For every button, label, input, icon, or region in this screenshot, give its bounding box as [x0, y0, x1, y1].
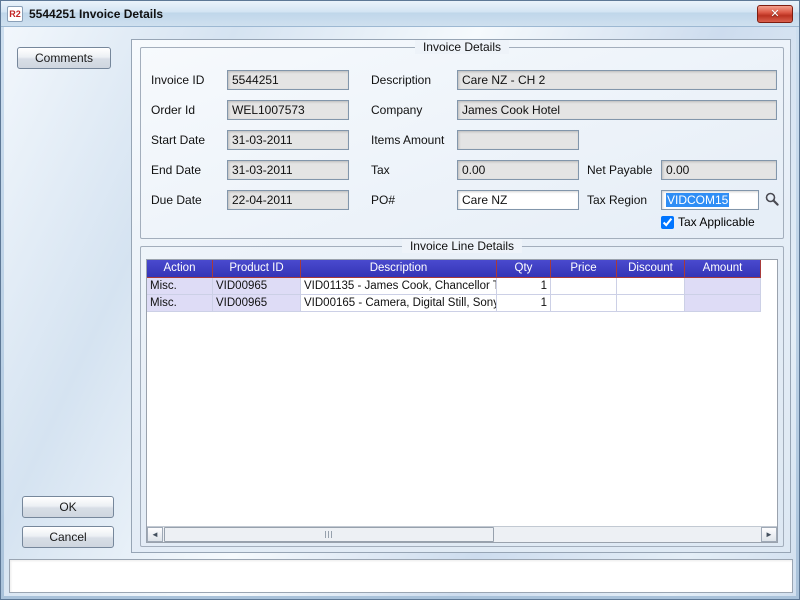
start-date-field[interactable]: [227, 130, 349, 150]
cell-discount: [617, 278, 685, 295]
scroll-left-button[interactable]: ◄: [147, 527, 163, 542]
due-date-label: Due Date: [151, 190, 202, 210]
cell-discount: [617, 295, 685, 312]
close-button[interactable]: ✕: [757, 5, 793, 23]
table-row[interactable]: Misc. VID00965 VID00165 - Camera, Digita…: [147, 295, 777, 312]
cell-product-id: VID00965: [213, 295, 301, 312]
column-header-description[interactable]: Description: [301, 260, 497, 278]
tax-region-field[interactable]: VIDCOM15: [661, 190, 759, 210]
items-amount-label: Items Amount: [371, 130, 444, 150]
tax-region-lookup-button[interactable]: [763, 191, 781, 209]
company-label: Company: [371, 100, 422, 120]
net-payable-field[interactable]: [661, 160, 777, 180]
end-date-label: End Date: [151, 160, 201, 180]
invoice-line-details-group: Invoice Line Details Action Product ID D…: [140, 246, 784, 547]
invoice-details-group: Invoice Details Invoice ID Order Id Star…: [140, 47, 784, 239]
ok-button[interactable]: OK: [22, 496, 114, 518]
due-date-field[interactable]: [227, 190, 349, 210]
start-date-label: Start Date: [151, 130, 205, 150]
cell-qty: 1: [497, 278, 551, 295]
cell-description: VID00165 - Camera, Digital Still, Sony,.…: [301, 295, 497, 312]
column-header-action[interactable]: Action: [147, 260, 213, 278]
app-icon: R2: [7, 6, 23, 22]
scroll-right-button[interactable]: ►: [761, 527, 777, 542]
po-field[interactable]: [457, 190, 579, 210]
tax-region-selected-text: VIDCOM15: [666, 193, 729, 207]
column-header-product-id[interactable]: Product ID: [213, 260, 301, 278]
scrollbar-thumb[interactable]: [164, 527, 494, 542]
table-header-row: Action Product ID Description Qty Price …: [147, 260, 777, 278]
company-field[interactable]: [457, 100, 777, 120]
column-header-amount[interactable]: Amount: [685, 260, 761, 278]
po-label: PO#: [371, 190, 395, 210]
column-header-price[interactable]: Price: [551, 260, 617, 278]
tax-applicable-label: Tax Applicable: [678, 215, 755, 229]
title-bar[interactable]: R2 5544251 Invoice Details ✕: [1, 1, 799, 27]
cell-action: Misc.: [147, 295, 213, 312]
line-items-table: Action Product ID Description Qty Price …: [146, 259, 778, 543]
net-payable-label: Net Payable: [587, 160, 652, 180]
end-date-field[interactable]: [227, 160, 349, 180]
search-icon: [764, 191, 780, 207]
window-title: 5544251 Invoice Details: [29, 7, 163, 21]
row-filler: [761, 295, 777, 312]
row-filler: [761, 278, 777, 295]
cell-amount: [685, 278, 761, 295]
comments-button[interactable]: Comments: [17, 47, 111, 69]
tax-applicable-checkbox[interactable]: [661, 216, 674, 229]
invoice-line-details-group-title: Invoice Line Details: [402, 239, 522, 253]
cell-description: VID01135 - James Cook, Chancellor T...: [301, 278, 497, 295]
cancel-button[interactable]: Cancel: [22, 526, 114, 548]
invoice-id-label: Invoice ID: [151, 70, 204, 90]
column-header-discount[interactable]: Discount: [617, 260, 685, 278]
header-filler: [761, 260, 777, 278]
cell-product-id: VID00965: [213, 278, 301, 295]
client-area: Comments OK Cancel Invoice Details Invoi…: [4, 27, 796, 596]
invoice-id-field[interactable]: [227, 70, 349, 90]
invoice-details-window: R2 5544251 Invoice Details ✕ Comments OK…: [0, 0, 800, 600]
items-amount-field[interactable]: [457, 130, 579, 150]
order-id-field[interactable]: [227, 100, 349, 120]
tax-region-label: Tax Region: [587, 190, 647, 210]
tax-applicable-row: Tax Applicable: [661, 215, 755, 229]
tax-field[interactable]: [457, 160, 579, 180]
cell-action: Misc.: [147, 278, 213, 295]
invoice-details-group-title: Invoice Details: [415, 40, 509, 54]
horizontal-scrollbar[interactable]: ◄ ►: [147, 526, 777, 542]
description-field[interactable]: [457, 70, 777, 90]
order-id-label: Order Id: [151, 100, 195, 120]
cell-amount: [685, 295, 761, 312]
cell-qty: 1: [497, 295, 551, 312]
status-bar: [9, 559, 793, 593]
main-panel: Invoice Details Invoice ID Order Id Star…: [131, 39, 791, 553]
table-row[interactable]: Misc. VID00965 VID01135 - James Cook, Ch…: [147, 278, 777, 295]
cell-price: [551, 295, 617, 312]
tax-label: Tax: [371, 160, 390, 180]
cell-price: [551, 278, 617, 295]
column-header-qty[interactable]: Qty: [497, 260, 551, 278]
description-label: Description: [371, 70, 431, 90]
table-empty-area: [147, 312, 777, 526]
